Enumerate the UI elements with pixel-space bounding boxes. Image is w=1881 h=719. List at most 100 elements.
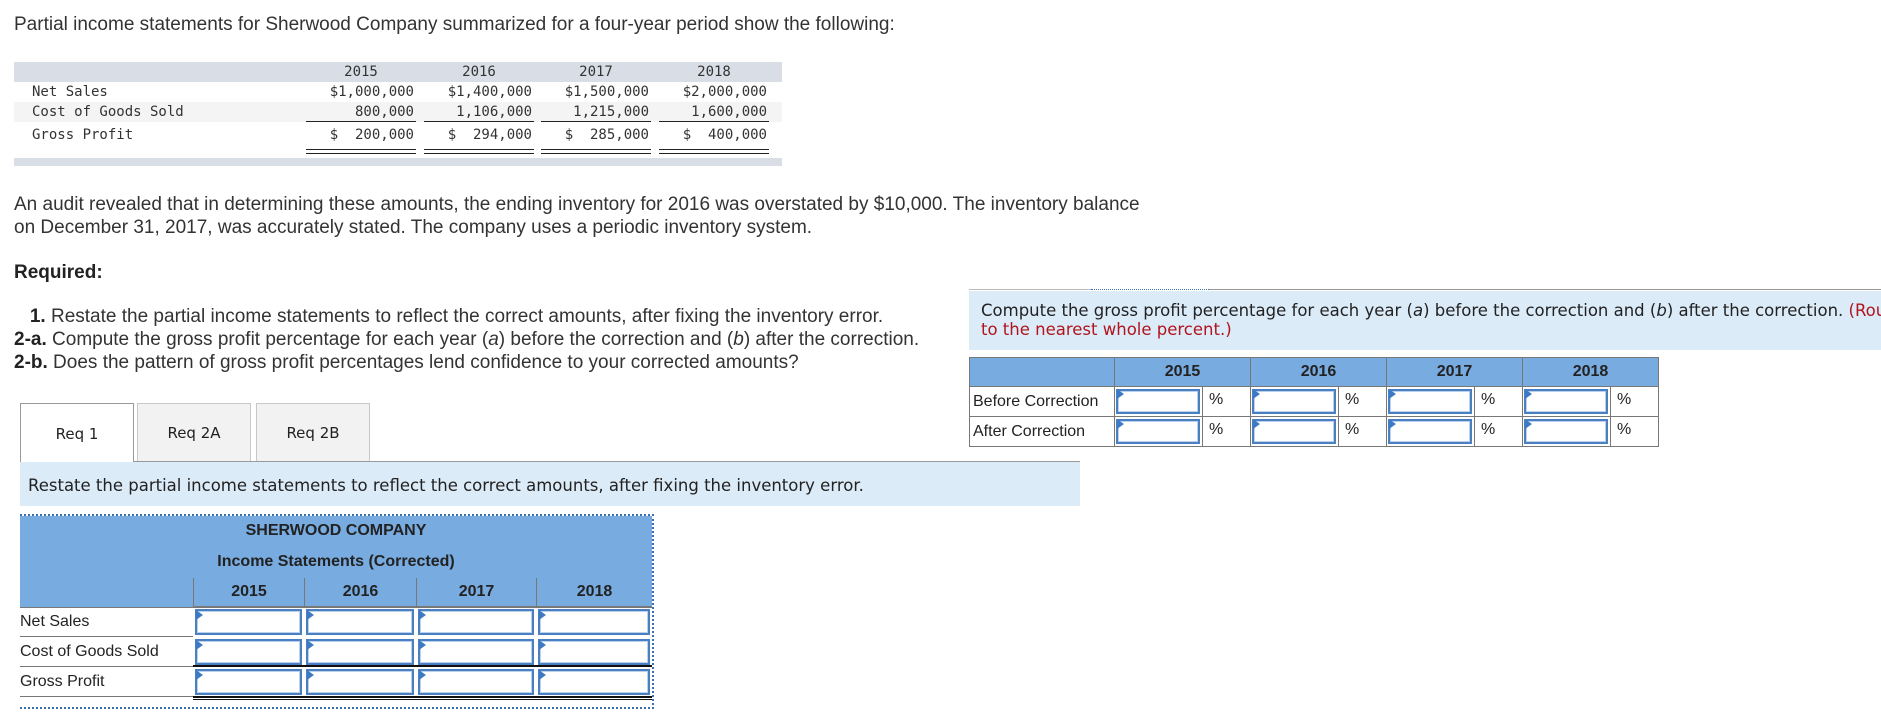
after-correction-percent-input-2018[interactable] — [1524, 419, 1608, 444]
req2a-instruction: Compute the gross profit percentage for … — [969, 291, 1881, 350]
requirement-2b: 2-b. Does the pattern of gross profit pe… — [14, 351, 919, 374]
year-header: 2016 — [1250, 358, 1386, 387]
tab-req-2b[interactable]: Req 2B — [256, 403, 370, 462]
cogs-input-2018[interactable] — [538, 639, 650, 665]
audit-line-2: on December 31, 2017, was accurately sta… — [14, 217, 813, 238]
gross-profit-input-2018[interactable] — [538, 669, 650, 695]
before-correction-percent-input-2015[interactable] — [1116, 389, 1200, 414]
given-year: 2017 — [579, 64, 613, 80]
subtotal-line — [193, 665, 652, 667]
given-data-table: 2015 2016 2017 2018 Net Sales $1,000,000… — [14, 62, 782, 166]
statement-title: Income Statements (Corrected) — [20, 546, 652, 579]
value-cell: 1,600,000 — [691, 104, 767, 120]
double-underline — [424, 149, 534, 154]
requirement-text: Compute the gross profit percentage for … — [46, 329, 489, 350]
after-correction-percent-input-2017[interactable] — [1388, 419, 1472, 444]
requirement-text: Restate the partial income statements to… — [45, 306, 884, 327]
after-correction-percent-input-2015[interactable] — [1116, 419, 1200, 444]
given-row-net-sales: Net Sales $1,000,000 $1,400,000 $1,500,0… — [14, 82, 782, 102]
value-cell: $1,400,000 — [447, 84, 532, 100]
audit-line-1: An audit revealed that in determining th… — [14, 194, 1140, 215]
audit-paragraph: An audit revealed that in determining th… — [14, 193, 1214, 239]
instruction-text: Compute the gross profit percentage for … — [981, 301, 1413, 320]
value-cell: 1,215,000 — [573, 104, 649, 120]
value-cell: $1,000,000 — [329, 84, 414, 100]
given-year: 2018 — [697, 64, 731, 80]
row-label-before-correction: Before Correction — [970, 387, 1114, 417]
net-sales-input-2017[interactable] — [418, 609, 534, 635]
percent-sign: % — [1202, 417, 1250, 446]
net-sales-input-2018[interactable] — [538, 609, 650, 635]
gross-profit-percentage-table: 2015 2016 2017 2018 Before Correction Af… — [969, 357, 1659, 447]
value-cell: $ 285,000 — [564, 127, 649, 143]
percent-sign: % — [1338, 417, 1386, 446]
required-heading: Required: — [14, 262, 103, 283]
given-header-row: 2015 2016 2017 2018 — [14, 62, 782, 82]
italic-b: b — [1656, 301, 1667, 320]
row-label: Cost of Goods Sold — [32, 104, 184, 120]
tab-req-2a[interactable]: Req 2A — [137, 403, 251, 462]
percent-sign: % — [1610, 417, 1658, 446]
given-row-gross-profit: Gross Profit $ 200,000 $ 294,000 $ 285,0… — [14, 122, 782, 154]
year-header: 2015 — [1114, 358, 1250, 387]
requirement-text: ) after the correction. — [743, 329, 920, 350]
company-name: SHERWOOD COMPANY — [20, 516, 652, 547]
row-label: Gross Profit — [32, 127, 134, 143]
problem-intro: Partial income statements for Sherwood C… — [14, 14, 895, 35]
tab-req-1[interactable]: Req 1 — [20, 403, 134, 463]
year-header: 2017 — [1386, 358, 1522, 387]
before-correction-percent-input-2017[interactable] — [1388, 389, 1472, 414]
requirement-text: ) before the correction and ( — [498, 329, 734, 350]
requirement-number: 1. — [29, 306, 46, 327]
before-correction-percent-input-2018[interactable] — [1524, 389, 1608, 414]
row-label-gross-profit: Gross Profit — [20, 667, 193, 697]
value-cell: $ 294,000 — [447, 127, 532, 143]
total-double-line — [193, 696, 652, 700]
year-header: 2016 — [304, 578, 416, 607]
requirement-2a: 2-a. Compute the gross profit percentage… — [14, 328, 919, 351]
value-cell: $2,000,000 — [682, 84, 767, 100]
given-row-cogs: Cost of Goods Sold 800,000 1,106,000 1,2… — [14, 102, 782, 122]
instruction-text: ) after the correction. — [1666, 301, 1849, 320]
gross-profit-input-2017[interactable] — [418, 669, 534, 695]
value-cell: $ 400,000 — [682, 127, 767, 143]
year-header: 2018 — [536, 578, 652, 607]
gross-profit-input-2015[interactable] — [195, 669, 302, 695]
net-sales-input-2015[interactable] — [195, 609, 302, 635]
italic-a: a — [1412, 301, 1424, 320]
requirement-text: Does the pattern of gross profit percent… — [47, 352, 799, 373]
value-cell: 1,106,000 — [456, 104, 532, 120]
requirements-list: 1. Restate the partial income statements… — [14, 305, 919, 374]
double-underline — [659, 149, 769, 154]
value-cell: 800,000 — [354, 104, 414, 120]
cogs-input-2016[interactable] — [306, 639, 414, 665]
row-label: Net Sales — [32, 84, 108, 100]
italic-a: a — [488, 329, 499, 350]
given-year: 2016 — [462, 64, 496, 80]
percent-sign: % — [1610, 387, 1658, 417]
cogs-input-2015[interactable] — [195, 639, 302, 665]
year-header: 2015 — [193, 578, 304, 607]
value-cell: $ 200,000 — [329, 127, 414, 143]
tab-edge — [969, 289, 1091, 290]
before-correction-percent-input-2016[interactable] — [1252, 389, 1336, 414]
double-underline — [306, 149, 416, 154]
req1-instruction: Restate the partial income statements to… — [20, 462, 1080, 506]
year-header: 2018 — [1522, 358, 1658, 387]
percent-sign: % — [1338, 387, 1386, 417]
header-blank — [970, 358, 1114, 387]
value-cell: $1,500,000 — [564, 84, 649, 100]
year-header: 2017 — [416, 578, 536, 607]
percent-sign: % — [1474, 387, 1522, 417]
requirement-1: 1. Restate the partial income statements… — [14, 305, 919, 328]
requirement-number: 2-b. — [14, 352, 48, 373]
after-correction-percent-input-2016[interactable] — [1252, 419, 1336, 444]
net-sales-input-2016[interactable] — [306, 609, 414, 635]
cogs-input-2017[interactable] — [418, 639, 534, 665]
rounding-note: (Rou — [1848, 301, 1881, 320]
percent-sign: % — [1202, 387, 1250, 417]
row-label-after-correction: After Correction — [973, 422, 1086, 440]
gross-profit-input-2016[interactable] — [306, 669, 414, 695]
given-year: 2015 — [344, 64, 378, 80]
instruction-text: ) before the correction and ( — [1423, 301, 1657, 320]
